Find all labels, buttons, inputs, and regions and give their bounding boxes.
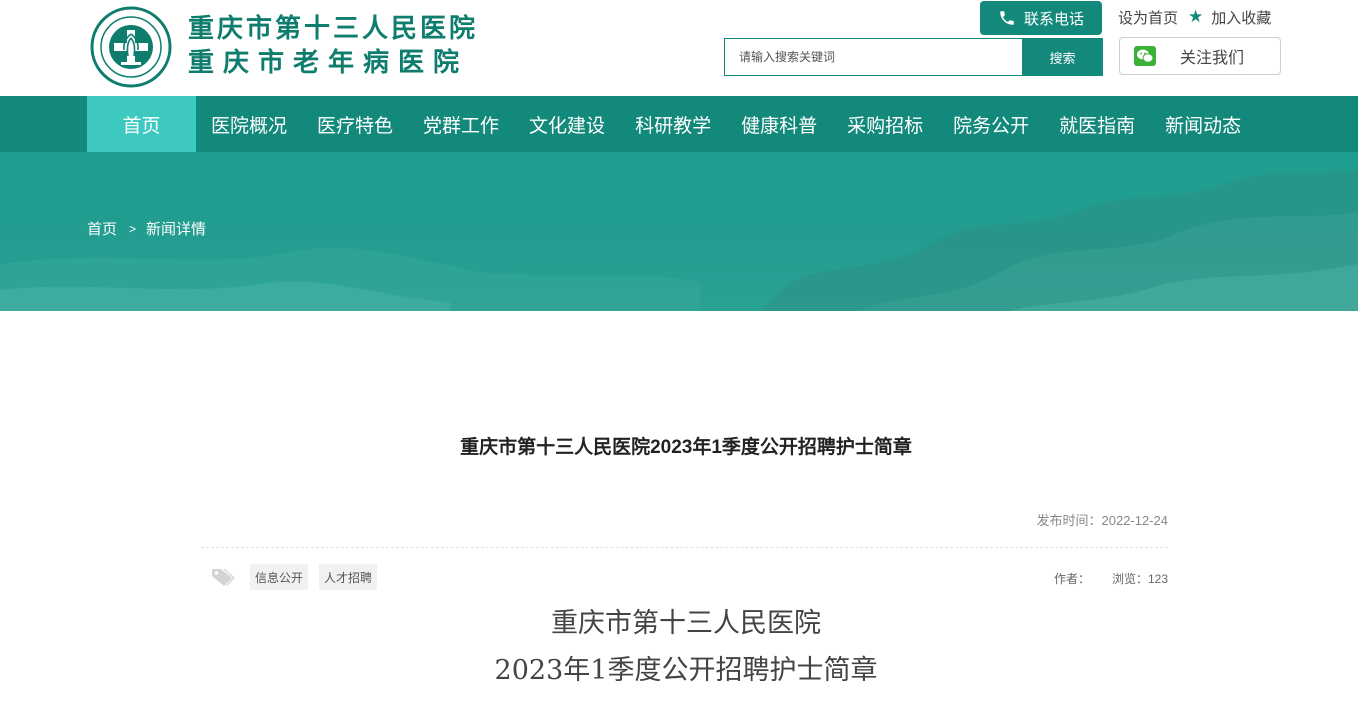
logo-line-primary: 重庆市第十三人民医院 [188, 14, 479, 44]
breadcrumb: 首页 > 新闻详情 [87, 218, 206, 239]
tag-talent-recruitment[interactable]: 人才招聘 [319, 564, 378, 590]
article-divider [201, 547, 1168, 548]
phone-icon [1000, 11, 1014, 25]
contact-phone-button[interactable]: 联系电话 [980, 1, 1102, 35]
set-home-link[interactable]: 设为首页 [1118, 7, 1178, 28]
contact-phone-label: 联系电话 [1023, 10, 1084, 28]
follow-us-label: 关注我们 [1180, 50, 1245, 67]
logo-line-secondary: 重庆市老年病医院 [188, 48, 469, 78]
breadcrumb-current: 新闻详情 [146, 221, 207, 238]
breadcrumb-separator: > [129, 221, 137, 236]
add-favorite-link[interactable]: 加入收藏 [1211, 7, 1271, 28]
top-links: 设为首页 ★ 加入收藏 [1118, 6, 1271, 28]
nav-item-culture[interactable]: 文化建设 [514, 96, 620, 152]
body-heading-line2: 2023年1季度公开招聘护士简章 [494, 655, 878, 686]
views-count: 浏览：123 [1111, 572, 1168, 586]
breadcrumb-home[interactable]: 首页 [87, 218, 117, 239]
follow-us-button[interactable]: 关注我们 [1119, 37, 1281, 75]
nav-item-procurement[interactable]: 采购招标 [832, 96, 938, 152]
nav-item-medical-features[interactable]: 医疗特色 [302, 96, 408, 152]
nav-item-research-teaching[interactable]: 科研教学 [620, 96, 726, 152]
nav-item-party-work[interactable]: 党群工作 [408, 96, 514, 152]
author-label: 作者： [1053, 572, 1090, 586]
search-input[interactable] [725, 39, 1022, 75]
nav-item-hospital-overview[interactable]: 医院概况 [196, 96, 302, 152]
nav-item-patient-guide[interactable]: 就医指南 [1044, 96, 1150, 152]
search-button[interactable]: 搜索 [1022, 38, 1103, 76]
tag-info-disclosure[interactable]: 信息公开 [250, 564, 309, 590]
wechat-icon [1134, 46, 1156, 66]
nav-item-news[interactable]: 新闻动态 [1150, 96, 1256, 152]
article-title: 重庆市第十三人民医院2023年1季度公开招聘护士简章 [460, 437, 912, 458]
article-meta: 作者： 浏览：123 [1054, 570, 1168, 587]
search-box [724, 38, 1022, 76]
body-heading-line1: 重庆市第十三人民医院 [551, 608, 821, 639]
nav-item-health-science[interactable]: 健康科普 [726, 96, 832, 152]
hospital-logo[interactable]: 重庆市第十三人民医院 重庆市老年病医院 [90, 6, 510, 88]
hospital-seal-icon [90, 6, 172, 88]
main-nav: 首页 医院概况 医疗特色 党群工作 文化建设 科研教学 健康科普 采购招标 院务… [0, 96, 1358, 152]
star-icon: ★ [1188, 7, 1204, 26]
page-banner: 首页 > 新闻详情 [0, 152, 1358, 311]
nav-list: 首页 医院概况 医疗特色 党群工作 文化建设 科研教学 健康科普 采购招标 院务… [87, 96, 1256, 152]
nav-item-affairs-disclosure[interactable]: 院务公开 [938, 96, 1044, 152]
nav-item-home[interactable]: 首页 [87, 96, 196, 152]
publish-time: 发布时间：2022-12-24 [1036, 513, 1169, 528]
article-tags: 信息公开 人才招聘 [210, 564, 388, 590]
tags-icon [210, 567, 236, 587]
site-header: 重庆市第十三人民医院 重庆市老年病医院 联系电话 设为首页 ★ 加入收藏 搜索 … [0, 0, 1358, 96]
